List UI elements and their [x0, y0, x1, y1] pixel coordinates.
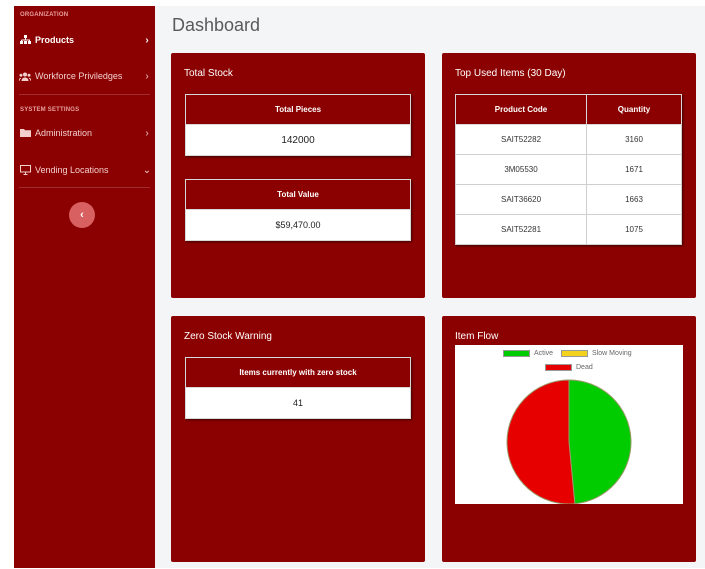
zero-stock-warning-card: Zero Stock Warning Items currently with … [171, 316, 425, 562]
total-stock-card: Total Stock Total Pieces 142000 Total Va… [171, 53, 425, 298]
product-code-cell: SAIT52281 [455, 214, 587, 245]
table-header-row: Product Code Quantity [455, 94, 682, 125]
pie-slice-dead [506, 379, 576, 504]
column-header-quantity: Quantity [586, 94, 682, 125]
total-pieces-box: Total Pieces 142000 [185, 94, 411, 156]
product-code-cell: SAIT52282 [455, 124, 587, 155]
sidebar-item-administration[interactable]: Administration › [14, 121, 155, 145]
sidebar: ORGANIZATION Products › Workforce Privil… [14, 6, 155, 568]
card-title: Total Stock [184, 68, 233, 79]
quantity-cell: 3160 [586, 124, 682, 155]
sidebar-item-label: Products [35, 35, 75, 45]
chevron-left-icon: ‹ [80, 209, 84, 221]
table-row: 3M05530 1671 [455, 154, 682, 185]
system-settings-heading: SYSTEM SETTINGS [20, 107, 80, 113]
sidebar-item-label: Administration [35, 128, 93, 138]
organization-heading: ORGANIZATION [20, 12, 69, 18]
zero-stock-box: Items currently with zero stock 41 [185, 357, 411, 419]
collapse-sidebar-button[interactable]: ‹ [69, 202, 95, 228]
sidebar-item-products[interactable]: Products › [14, 28, 155, 52]
users-icon [19, 72, 31, 81]
quantity-cell: 1663 [586, 184, 682, 215]
sidebar-item-label: Vending Locations [35, 165, 109, 175]
page-title: Dashboard [172, 15, 261, 35]
total-value-value: $59,470.00 [186, 210, 410, 240]
table-row: SAIT52281 1075 [455, 214, 682, 245]
card-title: Top Used Items (30 Day) [455, 68, 566, 79]
item-flow-chart: Active Slow Moving Dead [455, 345, 683, 504]
top-used-items-table: Product Code Quantity SAIT52282 3160 3M0… [455, 94, 682, 245]
card-title: Zero Stock Warning [184, 331, 272, 342]
column-header-product-code: Product Code [455, 94, 587, 125]
chevron-right-icon: › [145, 70, 149, 82]
chevron-down-icon: ⌄ [142, 164, 152, 176]
chevron-right-icon: › [145, 127, 149, 139]
sidebar-divider [19, 187, 150, 188]
total-pieces-value: 142000 [186, 125, 410, 155]
folder-icon [19, 129, 31, 137]
quantity-cell: 1671 [586, 154, 682, 185]
sidebar-item-vending-locations[interactable]: Vending Locations ⌄ [14, 158, 155, 182]
item-flow-card: Item Flow Active Slow Moving Dead [442, 316, 696, 562]
zero-stock-label: Items currently with zero stock [186, 358, 410, 388]
sidebar-item-workforce-priviledges[interactable]: Workforce Priviledges › [14, 64, 155, 88]
total-pieces-label: Total Pieces [186, 95, 410, 125]
total-value-box: Total Value $59,470.00 [185, 179, 411, 241]
chevron-right-icon: › [145, 34, 149, 46]
pie-chart [506, 379, 632, 504]
sitemap-icon [19, 35, 31, 45]
sidebar-divider [19, 94, 150, 95]
zero-stock-value: 41 [186, 388, 410, 418]
pie-slice-active [568, 379, 632, 504]
quantity-cell: 1075 [586, 214, 682, 245]
total-value-label: Total Value [186, 180, 410, 210]
table-row: SAIT52282 3160 [455, 124, 682, 155]
table-row: SAIT36620 1663 [455, 184, 682, 215]
product-code-cell: SAIT36620 [455, 184, 587, 215]
sidebar-item-label: Workforce Priviledges [35, 71, 123, 81]
card-title: Item Flow [455, 331, 499, 342]
product-code-cell: 3M05530 [455, 154, 587, 185]
monitor-icon [19, 165, 31, 175]
top-used-items-card: Top Used Items (30 Day) Product Code Qua… [442, 53, 696, 298]
main-content: Dashboard Total Stock Total Pieces 14200… [155, 6, 705, 568]
